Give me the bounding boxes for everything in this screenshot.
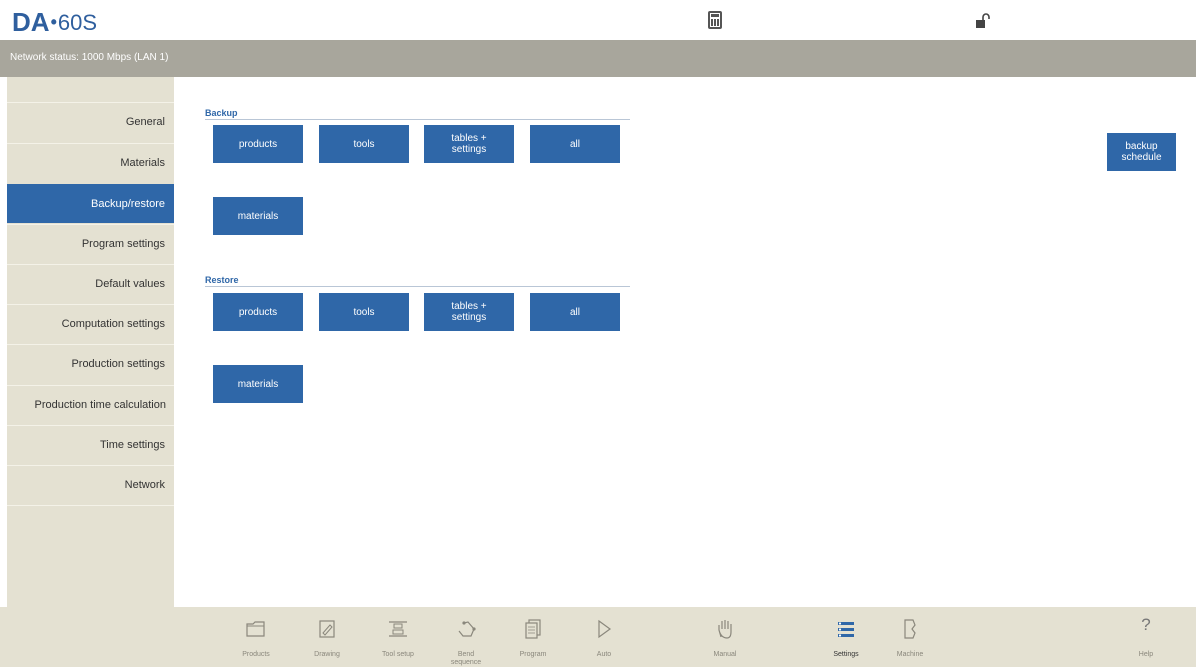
backup-section-title: Backup <box>205 108 238 118</box>
nav-products-label: Products <box>242 651 270 658</box>
logo-dot: • <box>50 12 57 32</box>
sidebar-item-computation-settings[interactable]: Computation settings <box>7 304 174 343</box>
restore-products-button[interactable]: products <box>213 293 303 331</box>
nav-machine[interactable]: Machine <box>880 607 940 667</box>
restore-section-title: Restore <box>205 275 239 285</box>
sidebar-item-time-settings[interactable]: Time settings <box>7 425 174 464</box>
top-bar: DA • 60S <box>0 0 1196 40</box>
play-icon <box>598 619 612 639</box>
sidebar-item-default-values[interactable]: Default values <box>7 264 174 303</box>
sidebar-item-general[interactable]: General <box>7 102 174 141</box>
restore-section-divider <box>205 286 630 287</box>
settings-list-icon <box>838 622 854 637</box>
sidebar-divider <box>7 505 174 506</box>
unlocked-lock-icon[interactable] <box>974 12 992 30</box>
sidebar-item-production-time-calculation[interactable]: Production time calculation <box>7 385 174 424</box>
nav-machine-label: Machine <box>896 651 924 658</box>
nav-tool-setup[interactable]: Tool setup <box>368 607 428 667</box>
backup-tables-settings-button[interactable]: tables + settings <box>424 125 514 163</box>
nav-auto[interactable]: Auto <box>574 607 634 667</box>
nav-settings-label: Settings <box>833 651 859 658</box>
backup-materials-button[interactable]: materials <box>213 197 303 235</box>
restore-materials-button[interactable]: materials <box>213 365 303 403</box>
machine-icon <box>904 619 916 639</box>
sidebar-item-network[interactable]: Network <box>7 465 174 504</box>
backup-products-button[interactable]: products <box>213 125 303 163</box>
nav-help[interactable]: ? Help <box>1116 607 1176 667</box>
nav-tool-setup-label: Tool setup <box>382 651 414 658</box>
restore-tools-button[interactable]: tools <box>319 293 409 331</box>
network-status-bar: Network status: 1000 Mbps (LAN 1) <box>0 40 1196 77</box>
nav-products[interactable]: Products <box>226 607 286 667</box>
nav-bend-sequence-label: Bend sequence <box>450 651 482 666</box>
logo: DA • 60S <box>12 7 97 38</box>
sidebar-item-program-settings[interactable]: Program settings <box>7 224 174 263</box>
nav-manual[interactable]: Manual <box>695 607 755 667</box>
calculator-icon[interactable] <box>708 11 722 29</box>
nav-program-label: Program <box>519 651 547 658</box>
logo-model: 60S <box>57 9 98 35</box>
sidebar-item-backup-restore[interactable]: Backup/restore <box>7 184 174 223</box>
restore-tables-settings-button[interactable]: tables + settings <box>424 293 514 331</box>
help-icon: ? <box>1141 615 1151 634</box>
restore-all-button[interactable]: all <box>530 293 620 331</box>
backup-all-button[interactable]: all <box>530 125 620 163</box>
nav-manual-label: Manual <box>713 651 737 658</box>
logo-brand: DA <box>12 7 50 37</box>
nav-settings[interactable]: Settings <box>816 607 876 667</box>
nav-auto-label: Auto <box>596 651 612 658</box>
bend-sequence-icon <box>458 621 476 637</box>
backup-schedule-button[interactable]: backup schedule <box>1107 133 1176 171</box>
nav-help-label: Help <box>1138 651 1154 658</box>
hand-icon <box>718 620 732 639</box>
backup-tools-button[interactable]: tools <box>319 125 409 163</box>
network-status-text: Network status: 1000 Mbps (LAN 1) <box>10 52 169 63</box>
tool-setup-icon <box>389 621 407 637</box>
folder-icon <box>246 621 265 637</box>
nav-bend-sequence[interactable]: Bend sequence <box>436 607 496 667</box>
nav-drawing[interactable]: Drawing <box>297 607 357 667</box>
nav-drawing-label: Drawing <box>314 651 340 658</box>
drawing-icon <box>319 620 335 638</box>
backup-section-divider <box>205 119 630 120</box>
program-icon <box>525 619 541 639</box>
sidebar-item-production-settings[interactable]: Production settings <box>7 344 174 383</box>
nav-program[interactable]: Program <box>503 607 563 667</box>
sidebar-item-materials[interactable]: Materials <box>7 143 174 182</box>
settings-sidebar: General Materials Backup/restore Program… <box>7 77 174 607</box>
bottom-navigation: Products Drawing Tool setup Bend sequenc… <box>0 607 1196 667</box>
